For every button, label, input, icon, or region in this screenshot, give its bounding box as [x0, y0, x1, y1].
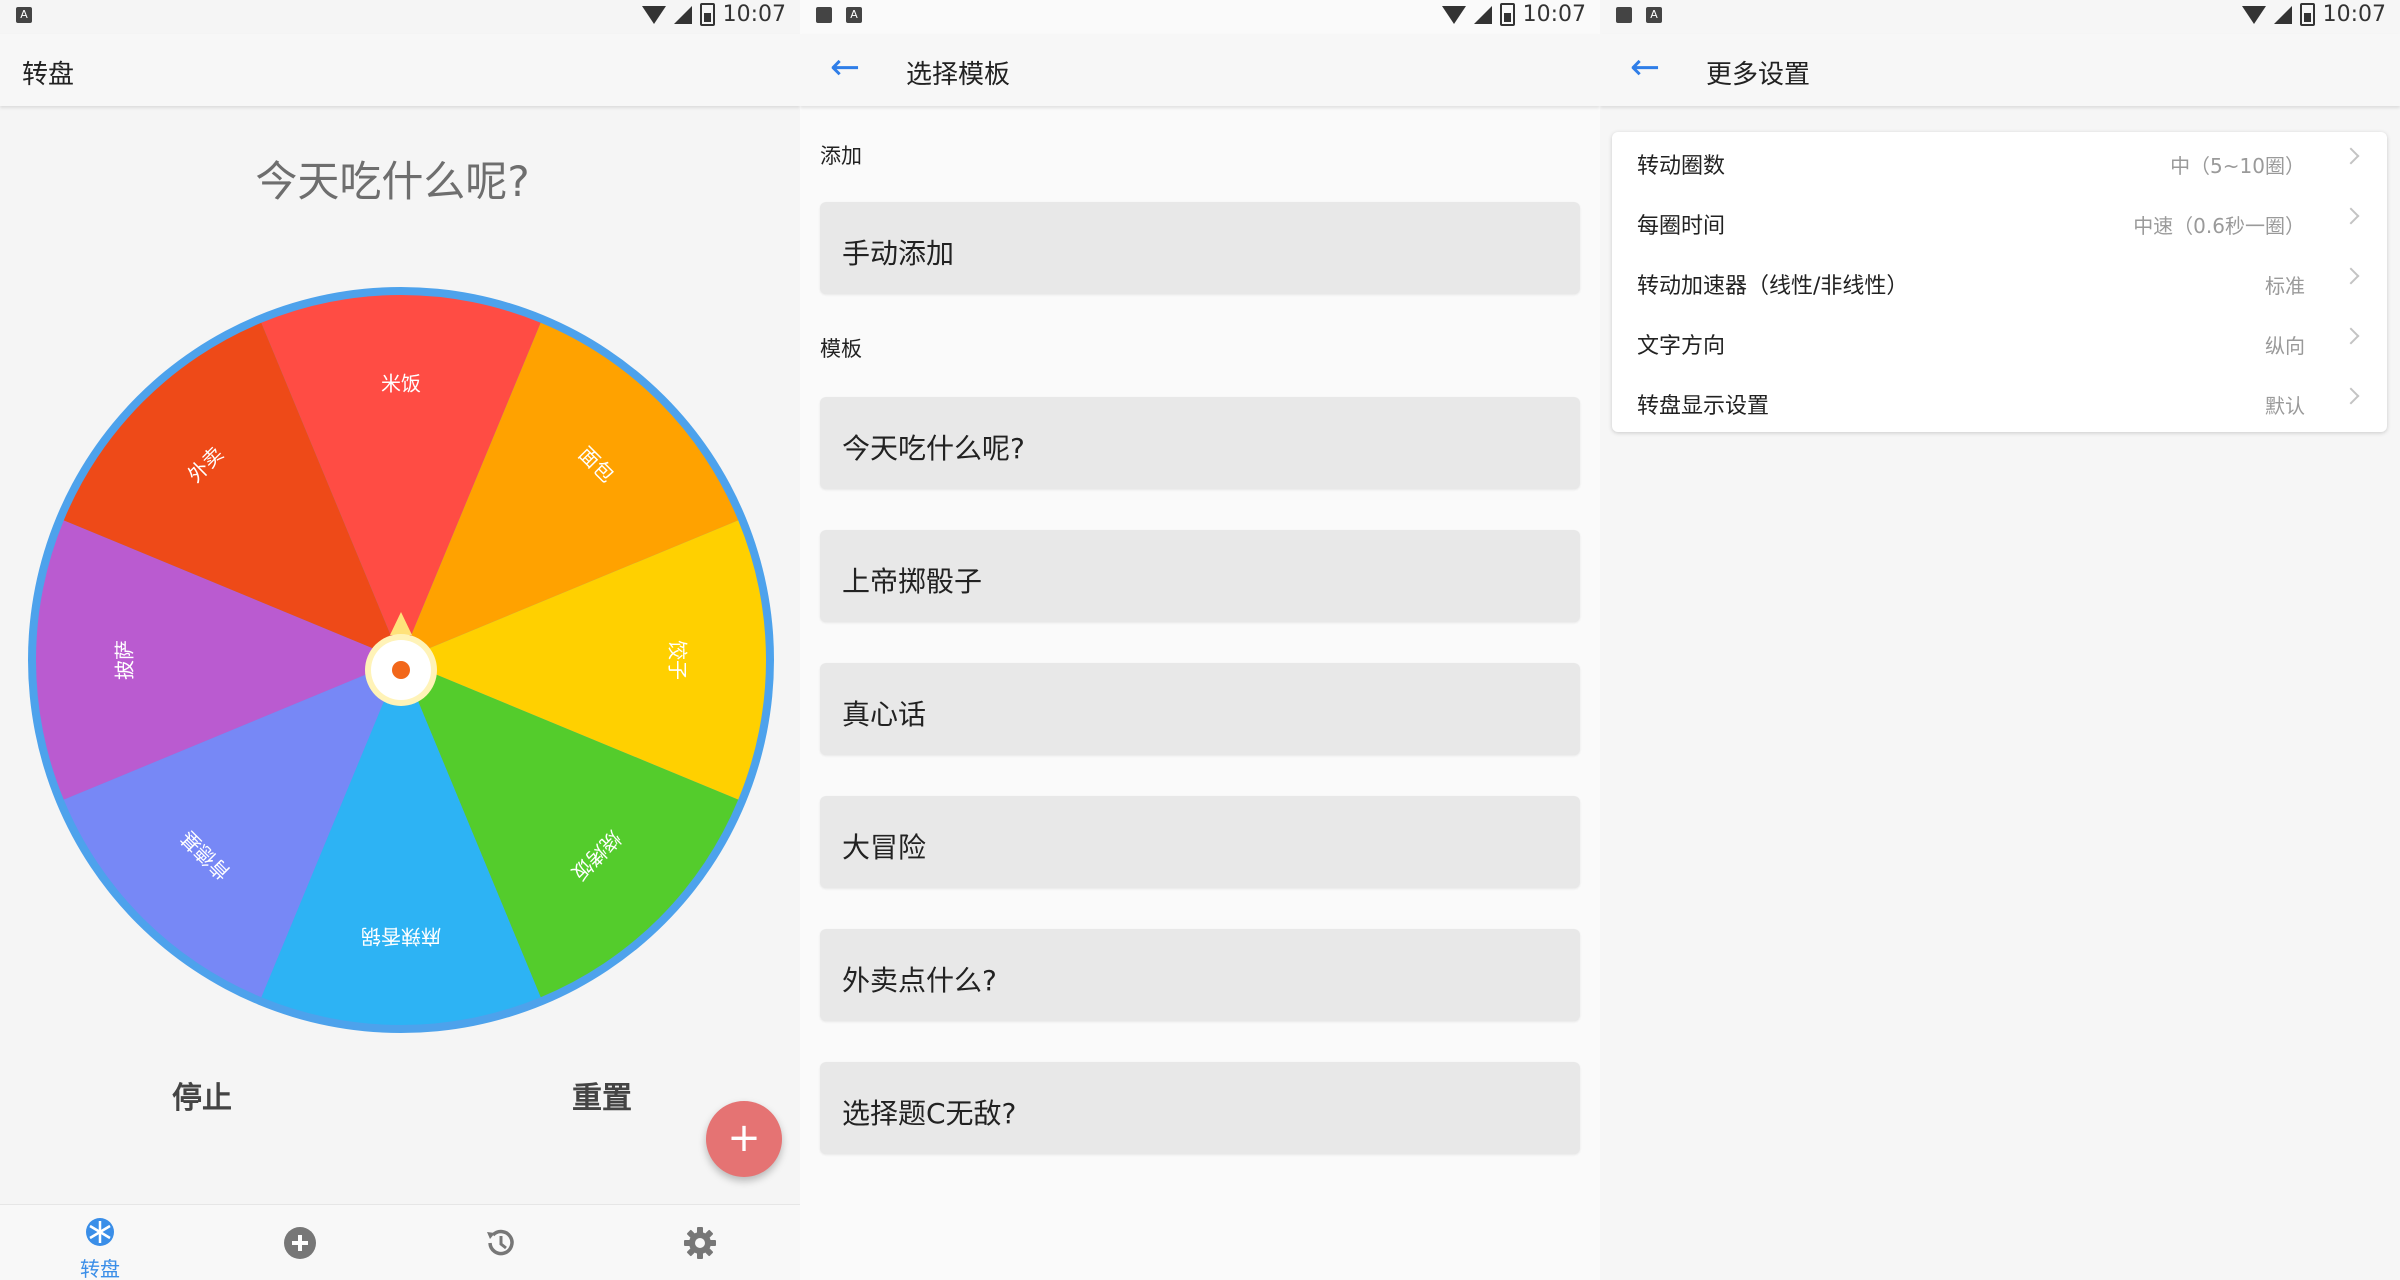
settings-card: 转动圈数 中（5~10圈） 每圈时间 中速（0.6秒一圈） 转动加速器（线性/非线性） 标… — [1612, 132, 2387, 432]
signal-icon — [2273, 5, 2292, 24]
manual-add-label: 手动添加 — [842, 237, 955, 270]
settings-row-value: 中速（0.6秒一圈） — [2133, 214, 2305, 238]
status-bar: A 10:07 — [1600, 0, 2400, 34]
status-time: 10:07 — [2322, 2, 2386, 27]
nav-wheel-label: 转盘 — [80, 1257, 120, 1280]
wheel-segment-label: 饺子 — [666, 640, 690, 680]
template-item[interactable]: 大冒险 — [820, 796, 1580, 888]
wheel-hub-dot — [392, 661, 410, 679]
signal-icon — [1473, 5, 1492, 24]
section-label-add: 添加 — [820, 144, 862, 168]
back-arrow-icon[interactable]: ← — [830, 48, 860, 88]
wheel-segment-label: 米饭 — [381, 372, 421, 396]
template-item[interactable]: 上帝掷骰子 — [820, 530, 1580, 622]
battery-icon — [2299, 3, 2315, 26]
template-item-label: 上帝掷骰子 — [842, 565, 983, 598]
plus-circle-icon — [284, 1227, 316, 1259]
page-title: 选择模板 — [906, 60, 1011, 90]
status-time: 10:07 — [1522, 2, 1586, 27]
wifi-icon — [641, 5, 666, 24]
template-item[interactable]: 外卖点什么? — [820, 929, 1580, 1021]
template-item[interactable]: 今天吃什么呢? — [820, 397, 1580, 489]
gear-icon — [684, 1227, 716, 1259]
image-icon — [816, 7, 832, 23]
chevron-right-icon — [2342, 147, 2360, 165]
status-time: 10:07 — [722, 2, 786, 27]
settings-row[interactable]: 文字方向 纵向 — [1612, 312, 2387, 372]
settings-row-label: 转动圈数 — [1637, 154, 1726, 179]
wheel-question: 今天吃什么呢? — [255, 157, 530, 206]
page-title: 转盘 — [22, 60, 75, 90]
wifi-icon — [2241, 5, 2266, 24]
settings-row-value: 中（5~10圈） — [2170, 154, 2305, 178]
stop-button[interactable]: 停止 — [172, 1073, 232, 1117]
status-bar: A 10:07 — [0, 0, 800, 34]
chevron-right-icon — [2342, 387, 2360, 405]
wifi-icon — [1441, 5, 1466, 24]
chevron-right-icon — [2342, 207, 2360, 225]
template-item-label: 外卖点什么? — [842, 964, 997, 997]
snowflake-icon — [86, 1218, 114, 1246]
settings-row[interactable]: 转动加速器（线性/非线性） 标准 — [1612, 252, 2387, 312]
add-fab-button[interactable]: + — [706, 1101, 782, 1177]
settings-screen: A 10:07 ← 更多设置 转动圈数 中（5~10圈） 每圈时间 中速（0.6秒一圈… — [1600, 0, 2400, 1280]
app-bar: ← 选择模板 — [800, 34, 1600, 106]
app-bar: ← 更多设置 — [1600, 34, 2400, 106]
settings-row-value: 默认 — [2265, 394, 2305, 418]
template-item[interactable]: 真心话 — [820, 663, 1580, 755]
battery-icon — [1499, 3, 1515, 26]
template-item-label: 真心话 — [842, 698, 927, 731]
nav-settings[interactable] — [660, 1225, 740, 1265]
notification-icon: A — [1646, 7, 1662, 23]
settings-row-label: 文字方向 — [1637, 334, 1726, 359]
notification-icon: A — [16, 7, 32, 23]
reset-button[interactable]: 重置 — [572, 1073, 632, 1117]
wheel-segment-label: 披萨 — [113, 640, 137, 680]
template-item[interactable]: 选择题C无敌? — [820, 1062, 1580, 1154]
template-item-label: 大冒险 — [842, 831, 927, 864]
nav-history[interactable] — [460, 1225, 540, 1265]
wheel-segment-label: 麻辣香锅 — [361, 925, 441, 949]
settings-row[interactable]: 每圈时间 中速（0.6秒一圈） — [1612, 192, 2387, 252]
image-icon — [1616, 7, 1632, 23]
section-label-templates: 模板 — [820, 337, 862, 361]
signal-icon — [673, 5, 692, 24]
app-bar: 转盘 — [0, 34, 800, 106]
notification-icon: A — [846, 7, 862, 23]
history-icon — [487, 1229, 514, 1256]
nav-add[interactable] — [260, 1225, 340, 1265]
battery-icon — [699, 3, 715, 26]
settings-row-label: 转动加速器（线性/非线性） — [1637, 274, 1909, 299]
settings-row-label: 每圈时间 — [1637, 214, 1726, 239]
settings-row-value: 纵向 — [2265, 334, 2305, 358]
page-title: 更多设置 — [1706, 60, 1811, 90]
status-bar: A 10:07 — [800, 0, 1600, 34]
chevron-right-icon — [2342, 327, 2360, 345]
template-item-label: 今天吃什么呢? — [842, 432, 1025, 465]
spin-wheel[interactable]: 米饭面包饺子烧烤饭麻辣香锅肯德基披萨外卖 — [26, 285, 776, 1035]
wheel-screen: A 10:07 转盘 今天吃什么呢? 米饭 面包 饺子 烧烤饭 麻辣香锅 肯德基 披萨 外卖 … — [0, 0, 800, 1280]
settings-row[interactable]: 转盘显示设置 默认 — [1612, 372, 2387, 432]
settings-row-value: 标准 — [2265, 274, 2305, 298]
template-item-label: 选择题C无敌? — [842, 1097, 1017, 1130]
settings-row[interactable]: 转动圈数 中（5~10圈） — [1612, 132, 2387, 192]
manual-add-button[interactable]: 手动添加 — [820, 202, 1580, 294]
settings-row-label: 转盘显示设置 — [1637, 394, 1770, 419]
template-screen: A 10:07 ← 选择模板 添加 手动添加 模板 今天吃什么呢? 上帝掷骰子真心… — [800, 0, 1600, 1280]
nav-wheel[interactable]: 转盘 — [60, 1217, 140, 1280]
chevron-right-icon — [2342, 267, 2360, 285]
back-arrow-icon[interactable]: ← — [1630, 48, 1660, 88]
bottom-navigation: 转盘 — [0, 1204, 800, 1280]
